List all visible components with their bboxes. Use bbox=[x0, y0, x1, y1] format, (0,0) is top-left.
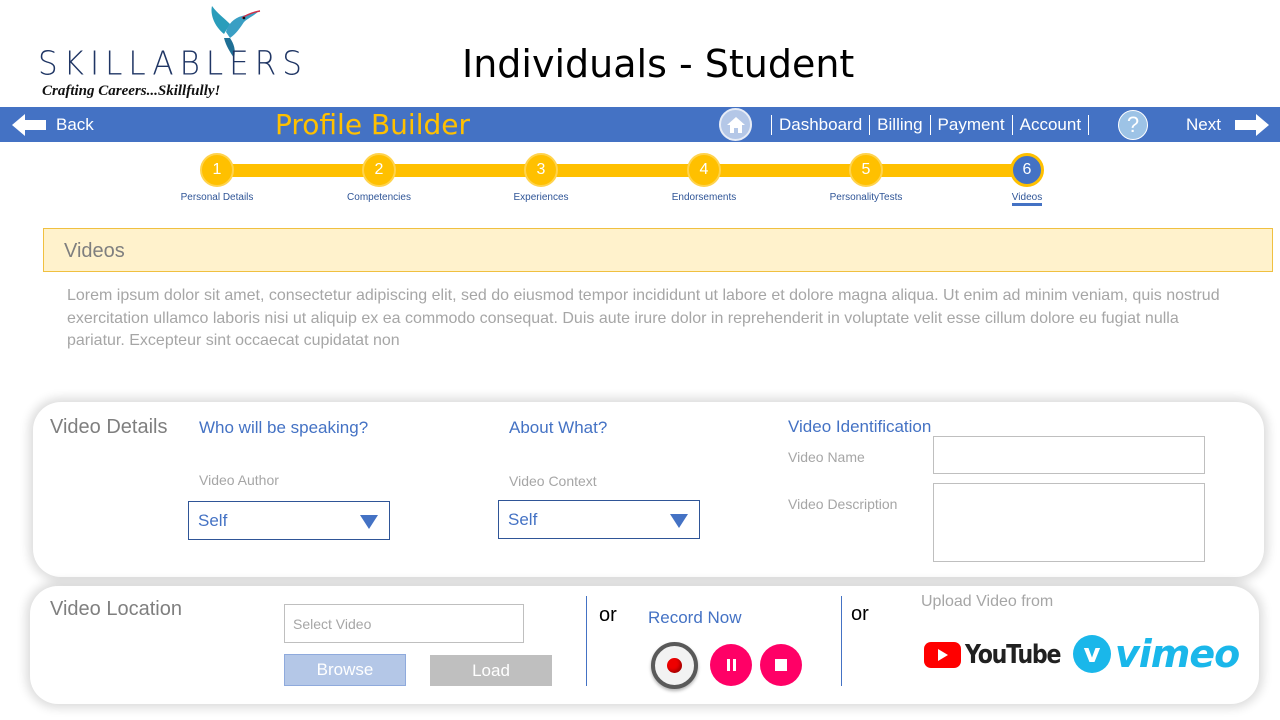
arrow-left-icon bbox=[12, 113, 46, 136]
stop-icon bbox=[775, 659, 787, 671]
vimeo-wordmark: vimeo bbox=[1115, 632, 1240, 676]
video-context-label: Video Context bbox=[509, 473, 597, 489]
help-icon: ? bbox=[1126, 112, 1140, 137]
select-video-input[interactable] bbox=[284, 604, 524, 643]
nav-link-payment[interactable]: Payment bbox=[938, 115, 1005, 135]
video-description-input[interactable] bbox=[933, 483, 1205, 562]
video-context-value: Self bbox=[508, 510, 538, 529]
logo-tagline: Crafting Careers...Skillfully! bbox=[42, 83, 221, 99]
video-context-select[interactable]: Self bbox=[498, 500, 700, 539]
step-label: Personal Details bbox=[180, 192, 254, 203]
video-details-title: Video Details bbox=[50, 416, 168, 438]
step-number: 2 bbox=[362, 153, 396, 187]
about-question: About What? bbox=[509, 418, 608, 437]
video-location-title: Video Location bbox=[50, 598, 182, 620]
nav-separator bbox=[1011, 114, 1013, 135]
divider bbox=[841, 596, 842, 686]
next-button[interactable]: Next bbox=[1186, 107, 1269, 142]
video-description-label: Video Description bbox=[788, 496, 898, 512]
step-label: PersonalityTests bbox=[829, 192, 903, 203]
next-label: Next bbox=[1186, 114, 1221, 134]
dropdown-arrow-icon bbox=[360, 515, 378, 529]
back-label: Back bbox=[56, 114, 94, 134]
skillablers-logo: SKILLABLERS Crafting Careers...Skillfull… bbox=[36, 4, 302, 104]
record-dot-icon bbox=[667, 658, 682, 673]
nav-link-billing[interactable]: Billing bbox=[877, 115, 922, 135]
video-name-input[interactable] bbox=[933, 436, 1205, 474]
home-button[interactable] bbox=[719, 108, 752, 141]
help-button[interactable]: ? bbox=[1118, 110, 1148, 140]
or-label: or bbox=[599, 604, 617, 626]
browse-button[interactable]: Browse bbox=[284, 654, 406, 686]
nav-link-account[interactable]: Account bbox=[1020, 115, 1081, 135]
top-navbar: Back Profile Builder Dashboard Billing P… bbox=[0, 107, 1280, 142]
nav-separator bbox=[1088, 114, 1090, 135]
step-competencies[interactable]: 2 Competencies bbox=[319, 153, 439, 203]
step-label: Videos bbox=[1011, 192, 1043, 206]
record-button[interactable] bbox=[651, 642, 698, 689]
step-experiences[interactable]: 3 Experiences bbox=[481, 153, 601, 203]
record-now-label: Record Now bbox=[648, 608, 742, 627]
youtube-button[interactable]: YouTube bbox=[924, 639, 1077, 671]
step-number: 5 bbox=[849, 153, 883, 187]
section-header: Videos bbox=[43, 228, 1273, 272]
youtube-wordmark: YouTube bbox=[965, 640, 1061, 670]
step-personal-details[interactable]: 1 Personal Details bbox=[157, 153, 277, 203]
step-label: Experiences bbox=[513, 192, 569, 203]
upload-from-label: Upload Video from bbox=[921, 593, 1054, 610]
progress-stepper: 1 Personal Details 2 Competencies 3 Expe… bbox=[0, 150, 1280, 210]
step-number: 6 bbox=[1010, 153, 1044, 187]
step-label: Endorsements bbox=[671, 192, 737, 203]
nav-separator bbox=[929, 114, 931, 135]
video-author-label: Video Author bbox=[199, 472, 279, 488]
vimeo-button[interactable]: v vimeo bbox=[1073, 632, 1240, 676]
nav-separator bbox=[869, 114, 871, 135]
pause-icon bbox=[726, 659, 736, 671]
dropdown-arrow-icon bbox=[670, 514, 688, 528]
video-identification-title: Video Identification bbox=[788, 417, 932, 436]
section-title: Videos bbox=[64, 240, 125, 262]
video-name-label: Video Name bbox=[788, 449, 865, 465]
page-title: Individuals - Student bbox=[462, 42, 855, 86]
youtube-play-icon bbox=[924, 642, 961, 668]
stop-button[interactable] bbox=[760, 644, 802, 686]
profile-builder-title: Profile Builder bbox=[275, 108, 470, 141]
section-description: Lorem ipsum dolor sit amet, consectetur … bbox=[67, 287, 1220, 349]
step-number: 4 bbox=[687, 153, 721, 187]
arrow-right-icon bbox=[1234, 113, 1269, 136]
speaker-question: Who will be speaking? bbox=[199, 418, 369, 437]
video-author-select[interactable]: Self bbox=[188, 501, 390, 540]
home-icon bbox=[726, 116, 745, 133]
pause-button[interactable] bbox=[710, 644, 752, 686]
step-endorsements[interactable]: 4 Endorsements bbox=[644, 153, 764, 203]
step-number: 3 bbox=[524, 153, 558, 187]
video-author-value: Self bbox=[198, 511, 228, 530]
vimeo-logo-icon: v bbox=[1073, 635, 1111, 673]
step-videos[interactable]: 6 Videos bbox=[967, 153, 1087, 206]
nav-separator bbox=[771, 114, 772, 135]
step-label: Competencies bbox=[347, 192, 411, 203]
nav-links: Dashboard Billing Payment Account bbox=[764, 107, 1096, 142]
step-personality-tests[interactable]: 5 PersonalityTests bbox=[806, 153, 926, 203]
or-label: or bbox=[851, 603, 869, 625]
back-button[interactable]: Back bbox=[12, 107, 94, 142]
logo-wordmark: SKILLABLERS bbox=[38, 45, 308, 83]
divider bbox=[586, 596, 587, 686]
step-number: 1 bbox=[200, 153, 234, 187]
nav-link-dashboard[interactable]: Dashboard bbox=[779, 115, 862, 135]
load-button[interactable]: Load bbox=[430, 655, 552, 686]
